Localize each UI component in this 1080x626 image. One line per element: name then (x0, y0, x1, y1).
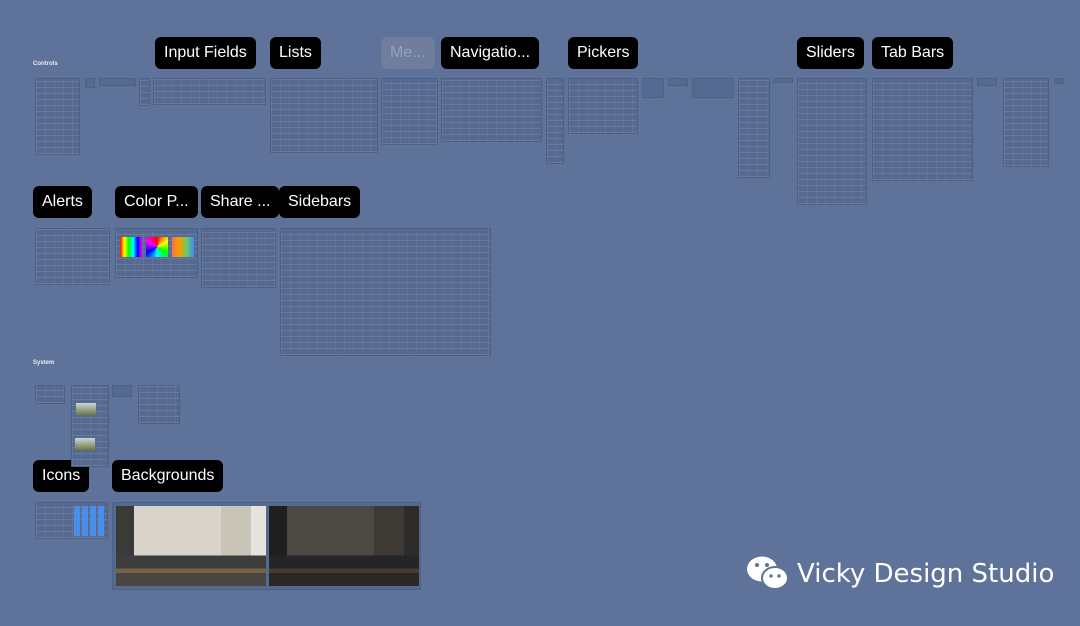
frame-label-share[interactable]: Share ... (201, 186, 280, 218)
frame-input-fields[interactable] (153, 78, 266, 105)
frame-color-pickers[interactable] (115, 228, 198, 278)
frame-system-misc[interactable] (138, 385, 180, 424)
frame-widgets[interactable] (71, 385, 109, 467)
frame-label-lists[interactable]: Lists (270, 37, 321, 69)
frame-keyboard[interactable] (35, 385, 65, 404)
color-spectrum (120, 237, 142, 257)
frame-progress[interactable] (668, 78, 688, 86)
frame-windows[interactable] (1003, 78, 1049, 167)
wechat-icon (747, 556, 789, 590)
frame-segmented[interactable] (99, 78, 136, 86)
frame-pickers[interactable] (568, 78, 638, 134)
frame-label-pickers[interactable]: Pickers (568, 37, 639, 69)
frame-label-sliders[interactable]: Sliders (797, 37, 864, 69)
frame-share[interactable] (201, 228, 276, 288)
watermark-text: Vicky Design Studio (797, 559, 1055, 589)
background-image-dark-room (269, 506, 419, 586)
frame-toolbar[interactable] (546, 78, 564, 164)
frame-menus[interactable] (381, 78, 438, 145)
app-icon-grid (74, 506, 106, 536)
frame-toggles[interactable] (977, 78, 997, 86)
frame-segmented-controls[interactable] (738, 78, 770, 178)
frame-sliders[interactable] (797, 78, 867, 205)
frame-lists[interactable] (270, 78, 378, 153)
frame-backgrounds[interactable] (112, 502, 421, 590)
frame-search[interactable] (692, 78, 734, 98)
frame-buttons[interactable] (35, 78, 80, 155)
color-swatches (172, 237, 194, 257)
frame-label-sidebars[interactable]: Sidebars (279, 186, 361, 218)
frame-alerts[interactable] (35, 228, 110, 285)
background-image-light-room (116, 506, 266, 586)
section-system-title: System (33, 360, 55, 366)
frame-icons[interactable] (35, 502, 108, 539)
frame-tab-bars[interactable] (872, 78, 973, 181)
frame-vertical[interactable] (139, 78, 150, 106)
frame-small[interactable] (85, 78, 95, 88)
frame-label-tab-bars[interactable]: Tab Bars (872, 37, 954, 69)
frame-separator[interactable] (773, 78, 793, 83)
frame-popover[interactable] (642, 78, 664, 98)
frame-tiny[interactable] (1054, 78, 1064, 84)
frame-label-backgrounds[interactable]: Backgrounds (112, 460, 224, 492)
frame-label-input-fields[interactable]: Input Fields (155, 37, 256, 69)
landscape-thumbnail (75, 438, 95, 450)
frame-notification[interactable] (112, 385, 132, 397)
frame-label-navigation[interactable]: Navigatio... (441, 37, 540, 69)
color-wheel (146, 237, 168, 257)
frame-navigation[interactable] (441, 78, 542, 142)
section-controls-title: Controls (33, 61, 58, 67)
frame-label-color-pickers[interactable]: Color P... (115, 186, 198, 218)
landscape-thumbnail (76, 403, 96, 415)
frame-label-alerts[interactable]: Alerts (33, 186, 92, 218)
frame-label-menus[interactable]: Me... (381, 37, 435, 69)
frame-sidebars[interactable] (280, 228, 491, 356)
